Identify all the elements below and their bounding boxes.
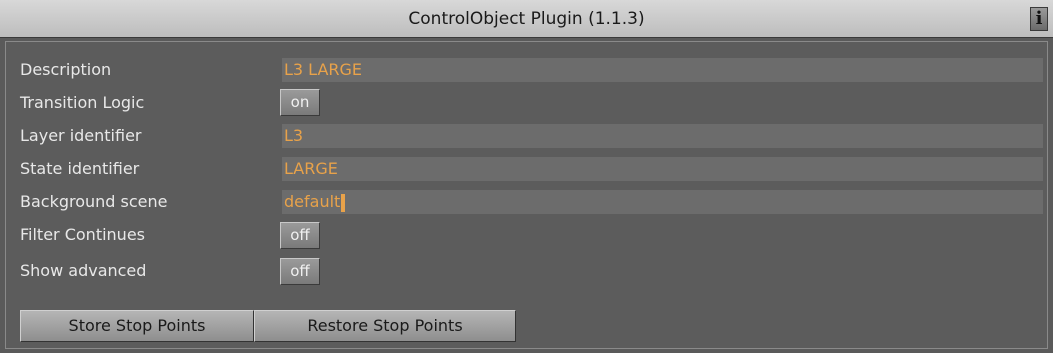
plugin-panel: Description L3 LARGE Transition Logic on… (5, 41, 1048, 349)
store-stop-points-button[interactable]: Store Stop Points (20, 310, 254, 342)
filter-continues-label: Filter Continues (20, 225, 145, 244)
layer-identifier-field[interactable]: L3 (282, 124, 1043, 148)
filter-continues-toggle[interactable]: off (280, 222, 320, 249)
description-label: Description (20, 60, 112, 79)
text-cursor (341, 193, 346, 212)
layer-identifier-label: Layer identifier (20, 126, 142, 145)
title-bar: ControlObject Plugin (1.1.3) i (0, 0, 1053, 38)
show-advanced-label: Show advanced (20, 261, 147, 280)
background-scene-label: Background scene (20, 192, 168, 211)
background-scene-field[interactable]: default (282, 190, 1043, 214)
transition-logic-label: Transition Logic (20, 93, 145, 112)
show-advanced-toggle[interactable]: off (280, 258, 320, 285)
description-field[interactable]: L3 LARGE (282, 58, 1043, 82)
restore-stop-points-button[interactable]: Restore Stop Points (254, 310, 516, 342)
state-identifier-label: State identifier (20, 159, 140, 178)
background-scene-value: default (284, 192, 341, 211)
state-identifier-field[interactable]: LARGE (282, 157, 1043, 181)
info-icon[interactable]: i (1030, 7, 1048, 31)
window-title: ControlObject Plugin (1.1.3) (408, 9, 645, 29)
transition-logic-toggle[interactable]: on (280, 89, 320, 116)
